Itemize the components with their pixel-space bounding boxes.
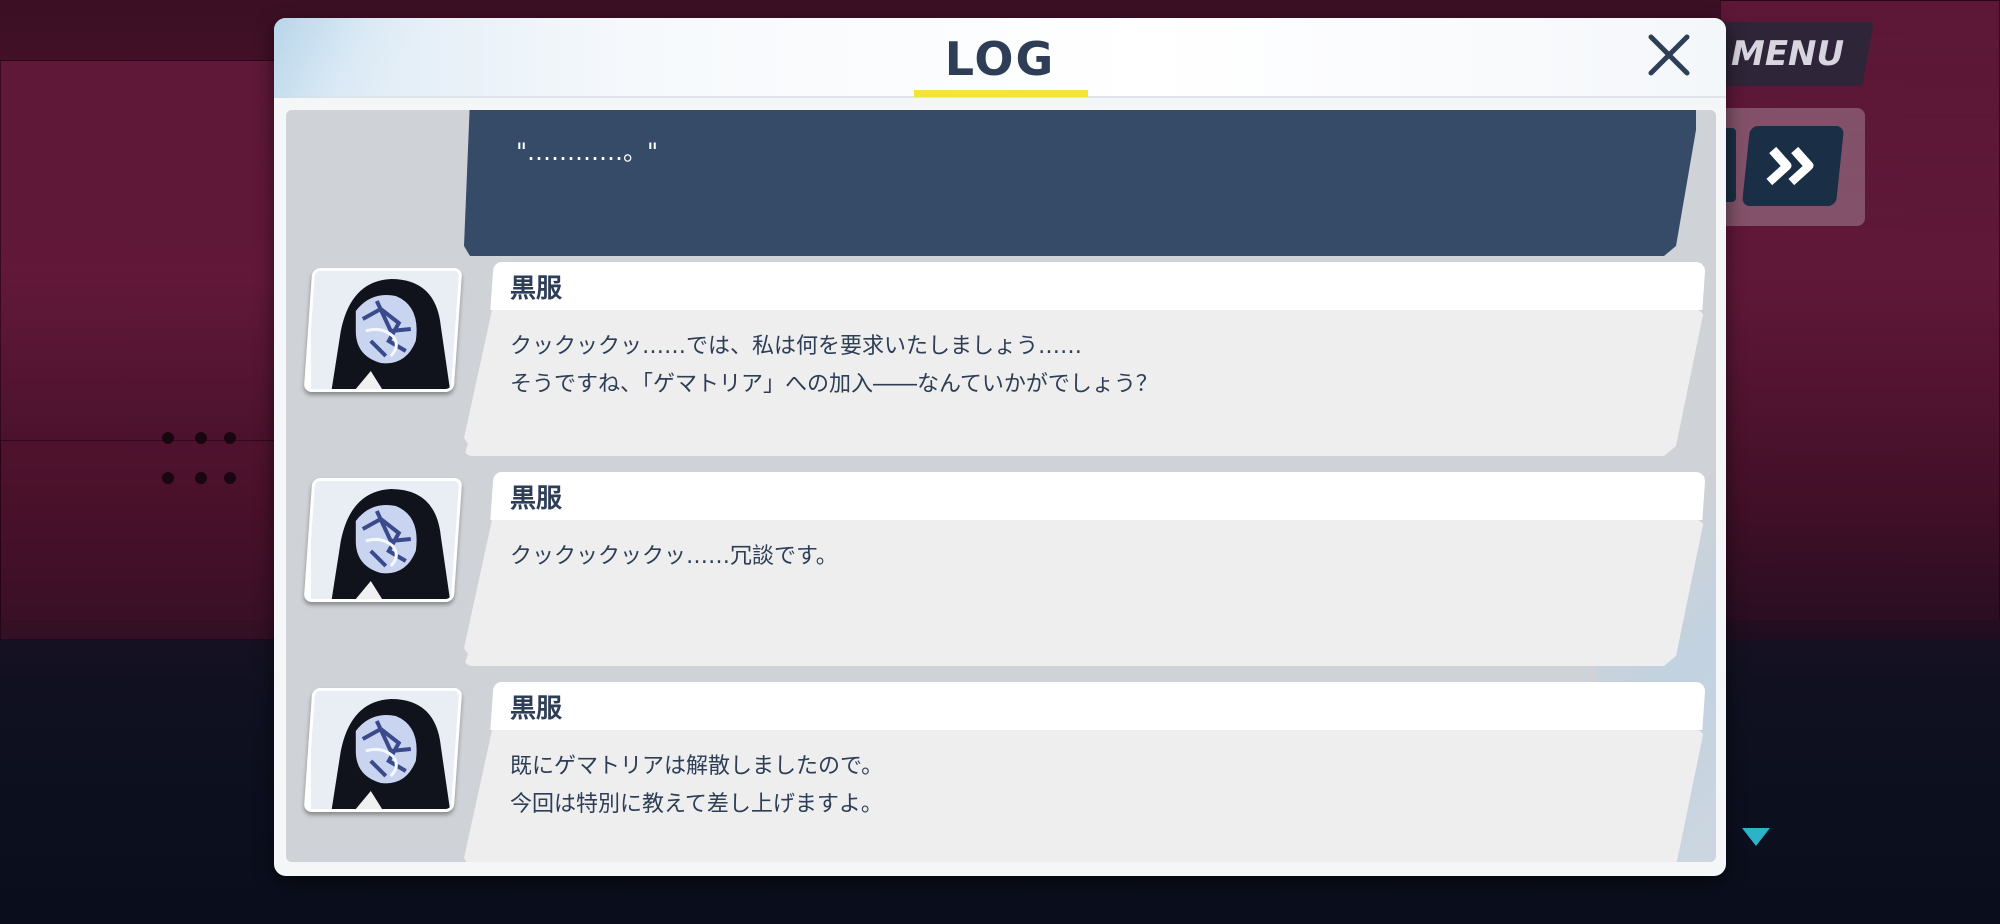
speaker-name: 黒服 (510, 694, 563, 724)
log-entry: 黒服 クックックックッ……冗談です。 (286, 472, 1716, 668)
log-entry: 黒服 クックックッ……では、私は何を要求いたしましょう…… そうですね、「ゲマトリ… (286, 262, 1716, 458)
speaker-avatar (303, 268, 463, 392)
character-portrait-icon (310, 481, 461, 602)
speaker-name-tab (490, 472, 1706, 520)
message-line: 既にゲマトリアは解散しましたので。 (510, 754, 884, 779)
character-portrait-icon (310, 691, 461, 812)
previous-message-text: "…………。" (516, 138, 659, 166)
speaker-avatar (303, 478, 463, 602)
background-locker-right (1720, 0, 2000, 620)
message-line: そうですね、「ゲマトリア」への加入――なんていかがでしょう？ (510, 372, 1158, 397)
menu-button[interactable]: MENU (1702, 22, 1874, 86)
fast-forward-button[interactable] (1741, 126, 1845, 206)
speaker-name-tab (490, 682, 1706, 730)
message-line: クックックッ……では、私は何を要求いたしましょう…… (510, 334, 1083, 359)
speaker-name-tab (490, 262, 1706, 310)
log-entry: 黒服 既にゲマトリアは解散しましたので。 今回は特別に教えて差し上げますよ。 (286, 682, 1716, 862)
message-line: 今回は特別に教えて差し上げますよ。 (510, 792, 883, 817)
double-chevron-right-icon (1766, 146, 1814, 186)
speaker-name: 黒服 (510, 484, 563, 514)
rivet (195, 432, 207, 444)
close-button[interactable] (1636, 26, 1702, 84)
rivet (162, 472, 174, 484)
rivet (224, 472, 236, 484)
message-text: クックックックッ……冗談です。 (510, 538, 838, 576)
message-line: クックックックッ……冗談です。 (510, 544, 838, 569)
dialog-header: LOG (274, 18, 1726, 98)
background-locker-left-lower (0, 440, 275, 640)
menu-button-label: MENU (1731, 34, 1845, 74)
rivet (162, 432, 174, 444)
triangle-down-icon (1742, 828, 1770, 846)
speaker-avatar (303, 688, 463, 812)
dialog-title: LOG (944, 32, 1056, 86)
message-text: クックックッ……では、私は何を要求いたしましょう…… そうですね、「ゲマトリア」へ… (510, 328, 1158, 404)
character-portrait-icon (310, 271, 461, 392)
title-underline (914, 90, 1088, 97)
rivet (195, 472, 207, 484)
log-dialog: LOG "…………。" 黒服 クックックッ……では、私は何を要求いたしましょう…… (274, 18, 1726, 876)
message-text: 既にゲマトリアは解散しましたので。 今回は特別に教えて差し上げますよ。 (510, 748, 883, 824)
close-icon (1648, 34, 1690, 76)
speaker-name: 黒服 (510, 274, 563, 304)
log-scroll-area[interactable]: "…………。" 黒服 クックックッ……では、私は何を要求いたしましょう…… そうで… (286, 110, 1716, 862)
rivet (224, 432, 236, 444)
